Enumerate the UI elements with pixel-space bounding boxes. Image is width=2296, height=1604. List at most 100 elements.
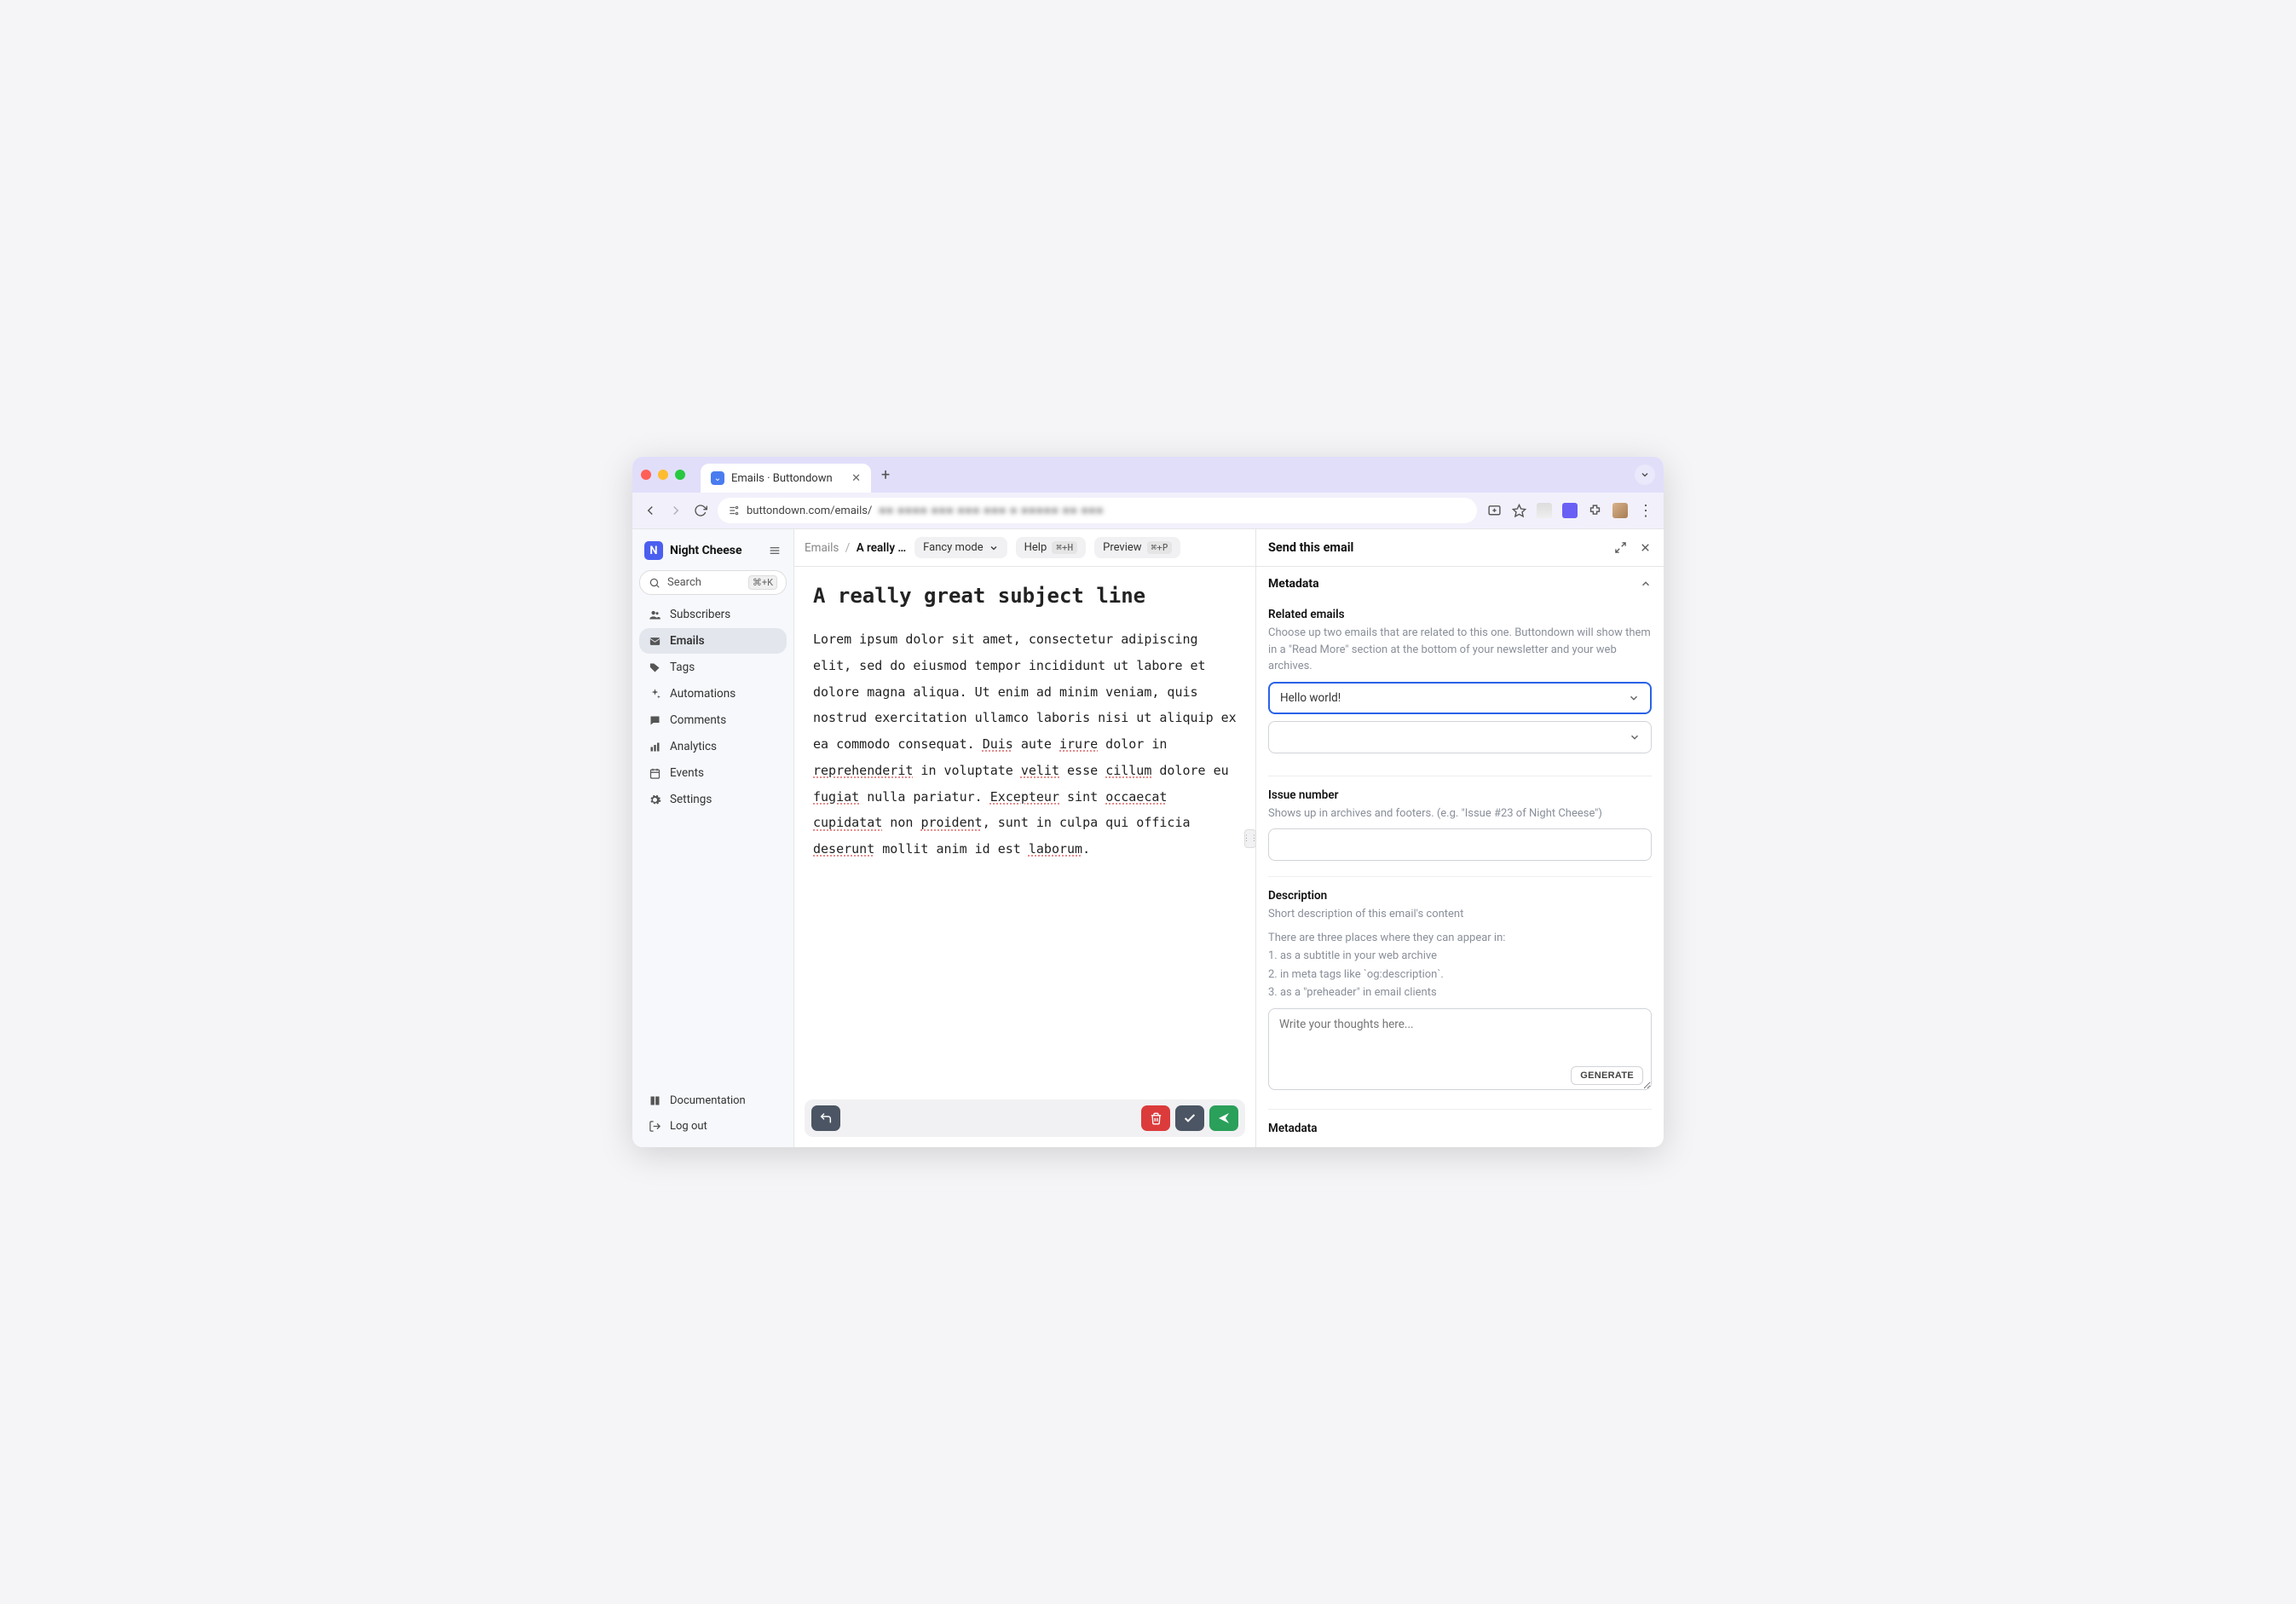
sidebar-item-comments[interactable]: Comments (639, 707, 787, 733)
preview-kbd: ⌘+P (1147, 541, 1173, 554)
book-icon (648, 1094, 661, 1107)
sparkle-icon (648, 688, 661, 701)
sidebar-item-label: Events (670, 766, 704, 780)
search-input[interactable]: Search ⌘+K (639, 570, 787, 595)
panel-resize-handle[interactable]: ⋮⋮ (1244, 829, 1256, 848)
bookmark-icon[interactable] (1512, 504, 1526, 518)
gear-icon (648, 793, 661, 806)
breadcrumb-root[interactable]: Emails (805, 541, 839, 555)
address-input[interactable]: buttondown.com/emails/ ■■ ■■■■ ■■■ ■■■ ■… (718, 498, 1477, 523)
related-email-select-1[interactable]: Hello world! (1268, 682, 1652, 714)
issue-number-input[interactable] (1268, 828, 1652, 861)
issue-number-label: Issue number (1268, 788, 1652, 802)
generate-button[interactable]: GENERATE (1571, 1066, 1643, 1085)
minimize-window-button[interactable] (658, 470, 668, 480)
logout-icon (648, 1120, 661, 1133)
tabs-dropdown-button[interactable] (1635, 464, 1655, 485)
mode-dropdown[interactable]: Fancy mode (914, 537, 1007, 558)
preview-button[interactable]: Preview ⌘+P (1094, 537, 1180, 558)
sidebar-item-subscribers[interactable]: Subscribers (639, 602, 787, 627)
sidebar-item-label: Documentation (670, 1094, 746, 1107)
undo-button[interactable] (811, 1105, 840, 1131)
profile-chip[interactable] (1537, 503, 1552, 518)
description-help-2: There are three places where they can ap… (1268, 930, 1652, 947)
sidebar-item-label: Tags (670, 661, 695, 674)
users-icon (648, 609, 661, 621)
delete-button[interactable] (1141, 1105, 1170, 1131)
sidebar-nav: Subscribers Emails Tags Automations Comm… (639, 602, 787, 812)
mail-icon (648, 635, 661, 648)
brand: N Night Cheese (639, 538, 787, 570)
description-label: Description (1268, 889, 1652, 903)
right-panel-body: Metadata Related emails Choose up two em… (1256, 567, 1664, 1147)
sidebar-item-label: Emails (670, 634, 705, 648)
brand-logo: N (644, 541, 663, 560)
back-button[interactable] (643, 503, 658, 518)
breadcrumb: Emails / A really … (805, 541, 906, 555)
extensions-icon[interactable] (1588, 504, 1602, 518)
metadata-section-header[interactable]: Metadata (1268, 577, 1652, 591)
sidebar-item-emails[interactable]: Emails (639, 628, 787, 654)
email-body[interactable]: Lorem ipsum dolor sit amet, consectetur … (813, 626, 1237, 863)
editor-footer (805, 1099, 1245, 1137)
sidebar-item-label: Log out (670, 1120, 707, 1133)
sidebar-item-settings[interactable]: Settings (639, 787, 787, 812)
browser-menu-button[interactable]: ⋮ (1638, 502, 1653, 520)
comment-icon (648, 714, 661, 727)
right-panel: Send this email Metadata (1256, 529, 1664, 1147)
related-emails-help: Choose up two emails that are related to… (1268, 625, 1652, 675)
right-panel-header: Send this email (1256, 529, 1664, 567)
forward-button[interactable] (668, 503, 684, 518)
help-button[interactable]: Help ⌘+H (1016, 537, 1087, 558)
editor-content[interactable]: A really great subject line Lorem ipsum … (794, 567, 1255, 1147)
browser-addressbar: buttondown.com/emails/ ■■ ■■■■ ■■■ ■■■ ■… (632, 493, 1664, 528)
sidebar: N Night Cheese Search ⌘+K Subscribers Em… (632, 529, 794, 1147)
sidebar-item-analytics[interactable]: Analytics (639, 734, 787, 759)
close-tab-button[interactable]: ✕ (851, 472, 861, 485)
expand-panel-button[interactable] (1614, 541, 1627, 554)
maximize-window-button[interactable] (675, 470, 685, 480)
install-app-icon[interactable] (1487, 504, 1502, 518)
sidebar-item-logout[interactable]: Log out (639, 1114, 787, 1139)
browser-window: ⌄ Emails · Buttondown ✕ + buttondown.com… (632, 457, 1664, 1147)
email-subject[interactable]: A really great subject line (813, 584, 1237, 608)
description-help-4: 2. in meta tags like `og:description`. (1268, 966, 1652, 984)
preview-label: Preview (1103, 541, 1141, 554)
sidebar-item-tags[interactable]: Tags (639, 655, 787, 680)
brand-name: Night Cheese (670, 544, 742, 557)
reload-button[interactable] (694, 504, 707, 517)
sidebar-item-label: Analytics (670, 740, 717, 753)
calendar-icon (648, 767, 661, 780)
metadata-heading: Metadata (1268, 577, 1319, 591)
metadata2-heading: Metadata (1268, 1122, 1652, 1135)
close-panel-button[interactable] (1639, 541, 1652, 554)
sidebar-item-automations[interactable]: Automations (639, 681, 787, 707)
description-help-1: Short description of this email's conten… (1268, 906, 1652, 923)
new-tab-button[interactable]: + (878, 466, 893, 484)
url-blurred: ■■ ■■■■ ■■■ ■■■ ■■■ ■ ■■■■■ ■■ ■■■ (879, 504, 1104, 517)
profile-chip-2[interactable] (1562, 503, 1578, 518)
profile-avatar[interactable] (1612, 503, 1628, 518)
sidebar-item-label: Subscribers (670, 608, 730, 621)
chevron-down-icon (1628, 692, 1640, 704)
browser-tab[interactable]: ⌄ Emails · Buttondown ✕ (701, 464, 871, 493)
chevron-up-icon (1640, 578, 1652, 590)
save-button[interactable] (1175, 1105, 1204, 1131)
related-email-select-2[interactable] (1268, 721, 1652, 753)
send-button[interactable] (1209, 1105, 1238, 1131)
sidebar-item-documentation[interactable]: Documentation (639, 1088, 787, 1113)
sidebar-item-events[interactable]: Events (639, 760, 787, 786)
chart-icon (648, 741, 661, 753)
issue-number-help: Shows up in archives and footers. (e.g. … (1268, 805, 1652, 822)
editor-panel: Emails / A really … Fancy mode Help ⌘+H … (794, 529, 1256, 1147)
tag-icon (648, 661, 661, 674)
sidebar-toggle-button[interactable] (768, 544, 782, 557)
close-window-button[interactable] (641, 470, 651, 480)
related-email-value: Hello world! (1280, 691, 1341, 705)
site-settings-icon[interactable] (728, 505, 740, 516)
metadata2-section: Metadata (1268, 1110, 1652, 1135)
tab-title: Emails · Buttondown (731, 472, 833, 485)
description-section: Description Short description of this em… (1268, 877, 1652, 1110)
related-emails-section: Related emails Choose up two emails that… (1268, 596, 1652, 776)
browser-tabbar: ⌄ Emails · Buttondown ✕ + (632, 457, 1664, 493)
